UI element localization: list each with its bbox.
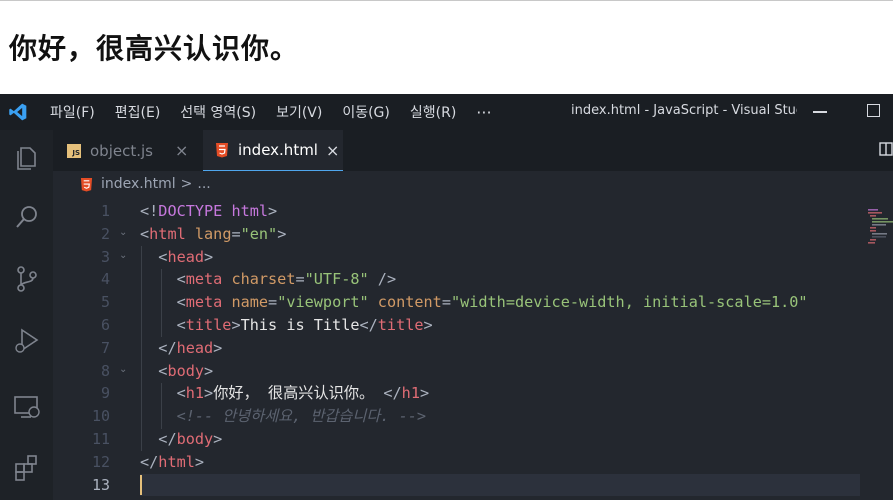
code-line: <title>This is Title</title> xyxy=(176,315,433,334)
line-number-gutter: 1 2 3 4 5 6 7 8 9 10 11 12 13 xyxy=(53,200,110,496)
line-number: 13 xyxy=(91,475,110,494)
breadcrumb-symbols[interactable]: ... xyxy=(197,176,210,192)
menu-go[interactable]: 이동(G) xyxy=(332,102,400,122)
breadcrumb-file[interactable]: index.html xyxy=(101,176,176,192)
fold-chevron-icon[interactable]: ⌄ xyxy=(119,364,129,375)
close-icon[interactable]: × xyxy=(175,141,188,160)
vscode-logo-icon xyxy=(9,103,27,121)
code-line: <h1>你好， 很高兴认识你。 </h1> xyxy=(176,384,430,403)
menu-view[interactable]: 보기(V) xyxy=(266,102,332,122)
html-file-icon xyxy=(80,177,93,191)
code-line-current xyxy=(140,473,860,497)
code-line: <!-- 안녕하세요, 반갑습니다. --> xyxy=(176,407,427,426)
maximize-icon[interactable] xyxy=(867,104,880,117)
editor-tabs: JS object.js × index.html × xyxy=(53,130,893,171)
fold-chevron-icon[interactable]: ⌄ xyxy=(119,250,129,261)
chevron-right-icon: > xyxy=(180,176,193,192)
line-number: 2 xyxy=(100,224,110,243)
extensions-icon[interactable] xyxy=(12,452,42,482)
tab-object-js[interactable]: JS object.js × xyxy=(67,130,203,171)
html-file-icon xyxy=(216,143,228,158)
line-number: 7 xyxy=(100,338,110,357)
breadcrumb: index.html > ... xyxy=(53,171,893,197)
remote-explorer-icon[interactable] xyxy=(12,392,42,422)
menu-bar: 파일(F) 편집(E) 선택 영역(S) 보기(V) 이동(G) 실행(R) ·… xyxy=(40,94,502,130)
page-heading: 你好，很高兴认识你。 xyxy=(9,32,300,65)
menu-run[interactable]: 실행(R) xyxy=(400,102,466,122)
search-icon[interactable] xyxy=(12,202,42,232)
fold-chevron-icon[interactable]: ⌄ xyxy=(119,227,129,238)
browser-page: 你好，很高兴认识你。 xyxy=(0,0,893,94)
close-icon[interactable]: × xyxy=(326,141,339,160)
line-number: 9 xyxy=(100,384,110,403)
menu-more-icon[interactable]: ··· xyxy=(466,103,501,122)
line-number: 1 xyxy=(100,202,110,220)
line-number: 6 xyxy=(100,315,110,334)
code-line: </head> xyxy=(158,338,223,357)
line-number: 11 xyxy=(91,429,110,448)
code-editor[interactable]: 1 2 3 4 5 6 7 8 9 10 11 12 13 ⌄ ⌄ ⌄ <!DO… xyxy=(53,197,893,500)
code-line: <body> xyxy=(158,361,214,380)
text-cursor xyxy=(140,475,142,496)
tab-label: object.js xyxy=(90,141,153,160)
code-line: <!DOCTYPE html> xyxy=(140,202,278,220)
code-line: <meta charset="UTF-8" /> xyxy=(176,270,397,289)
minimize-icon[interactable] xyxy=(813,111,827,113)
line-number: 3 xyxy=(100,247,110,266)
line-number: 12 xyxy=(91,452,110,471)
js-file-icon: JS xyxy=(67,143,81,158)
menu-selection[interactable]: 선택 영역(S) xyxy=(170,102,266,122)
tab-index-html[interactable]: index.html × xyxy=(203,130,343,171)
explorer-icon[interactable] xyxy=(12,142,42,172)
line-number: 8 xyxy=(100,361,110,380)
line-number: 4 xyxy=(100,270,110,289)
code-line: <head> xyxy=(158,247,214,266)
line-number: 10 xyxy=(91,407,110,426)
window-title: index.html - JavaScript - Visual Studio … xyxy=(571,103,797,118)
code-line: <html lang="en"> xyxy=(140,224,287,243)
vscode-window: 파일(F) 편집(E) 선택 영역(S) 보기(V) 이동(G) 실행(R) ·… xyxy=(0,94,893,500)
code-lines[interactable]: <!DOCTYPE html> <html lang="en"> <head> … xyxy=(140,200,860,497)
run-debug-icon[interactable] xyxy=(12,326,42,356)
code-line: </html> xyxy=(140,452,205,471)
menu-edit[interactable]: 편집(E) xyxy=(105,102,171,122)
menu-file[interactable]: 파일(F) xyxy=(40,102,105,122)
code-line: <meta name="viewport" content="width=dev… xyxy=(176,293,808,312)
code-line: </body> xyxy=(158,429,223,448)
activity-bar xyxy=(0,130,53,500)
line-number: 5 xyxy=(100,293,110,312)
split-editor-icon[interactable] xyxy=(879,142,893,156)
title-bar: 파일(F) 편집(E) 선택 영역(S) 보기(V) 이동(G) 실행(R) ·… xyxy=(0,94,893,130)
minimap[interactable] xyxy=(860,197,893,500)
tab-label: index.html xyxy=(238,141,318,159)
source-control-icon[interactable] xyxy=(12,264,42,294)
